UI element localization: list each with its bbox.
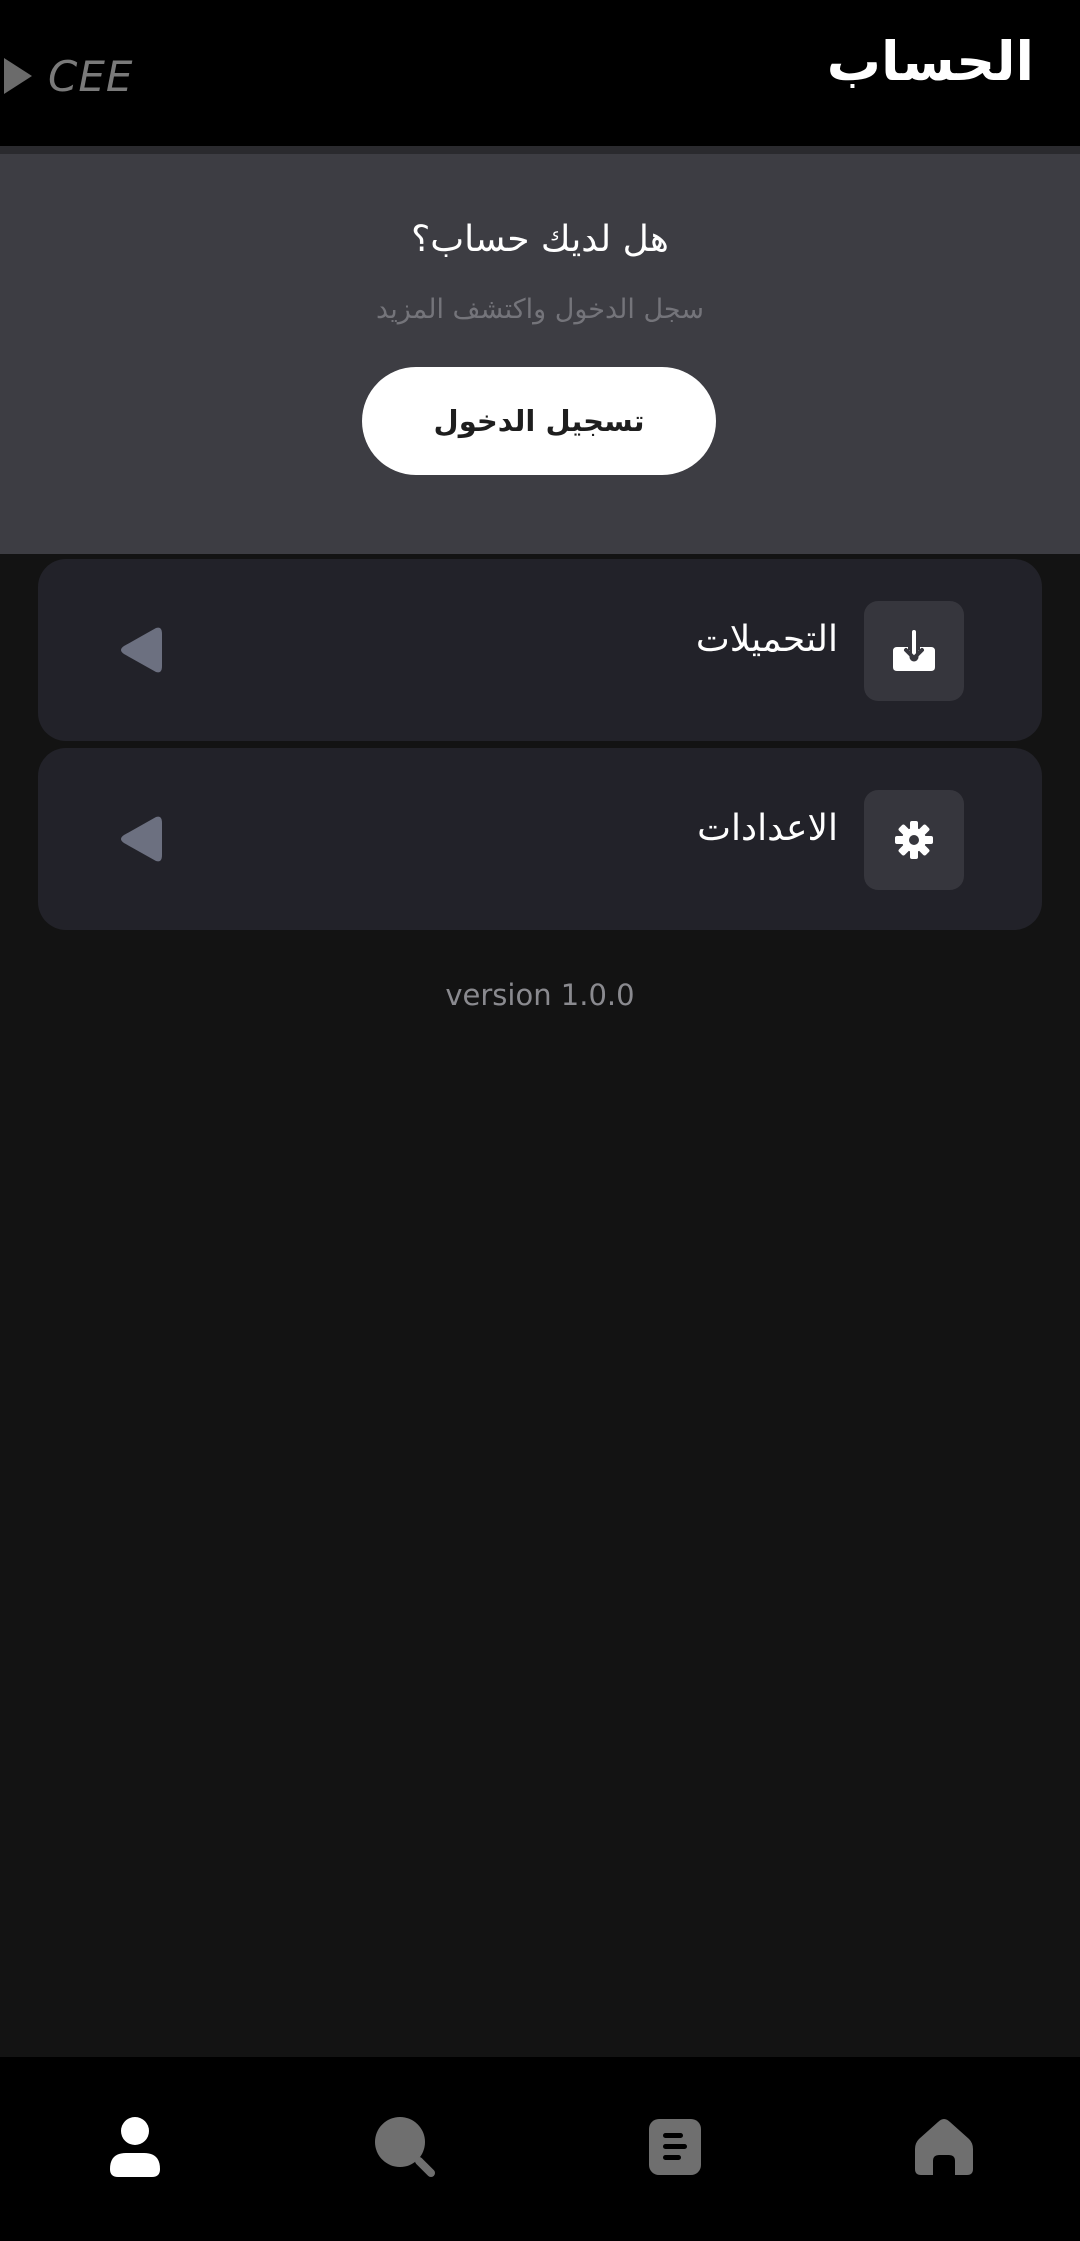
account-screen: CEE الحساب هل لديك حساب؟ سجل الدخول واكت…	[0, 0, 1080, 2241]
login-prompt-card: هل لديك حساب؟ سجل الدخول واكتشف المزيد ت…	[0, 154, 1080, 554]
library-icon	[649, 2119, 701, 2175]
chevron-left-icon	[121, 816, 162, 862]
gear-icon	[895, 821, 933, 859]
page-title: الحساب	[826, 30, 1034, 93]
brand-name: CEE	[48, 51, 134, 101]
play-icon	[4, 58, 32, 94]
search-icon	[375, 2117, 435, 2177]
download-icon	[893, 629, 935, 671]
profile-icon	[110, 2117, 160, 2177]
version-label: version 1.0.0	[445, 978, 635, 1012]
login-button[interactable]: تسجيل الدخول	[362, 367, 716, 475]
menu-item-label: التحميلات	[695, 619, 838, 660]
chevron-left-icon	[121, 627, 162, 673]
login-subtitle: سجل الدخول واكتشف المزيد	[376, 294, 704, 325]
downloads-icon-box	[864, 601, 964, 701]
home-icon	[915, 2119, 973, 2175]
menu-item-settings[interactable]: الاعدادات	[38, 748, 1042, 930]
settings-icon-box	[864, 790, 964, 890]
nav-home[interactable]	[904, 2107, 984, 2187]
menu-item-downloads[interactable]: التحميلات	[38, 559, 1042, 741]
nav-library[interactable]	[635, 2107, 715, 2187]
login-question: هل لديك حساب؟	[411, 219, 669, 260]
menu-item-label: الاعدادات	[697, 808, 838, 849]
bottom-nav	[0, 2057, 1080, 2241]
app-header: CEE الحساب	[0, 0, 1080, 146]
brand-logo[interactable]: CEE	[4, 48, 133, 104]
nav-profile[interactable]	[95, 2107, 175, 2187]
header-divider	[0, 146, 1080, 154]
nav-search[interactable]	[365, 2107, 445, 2187]
